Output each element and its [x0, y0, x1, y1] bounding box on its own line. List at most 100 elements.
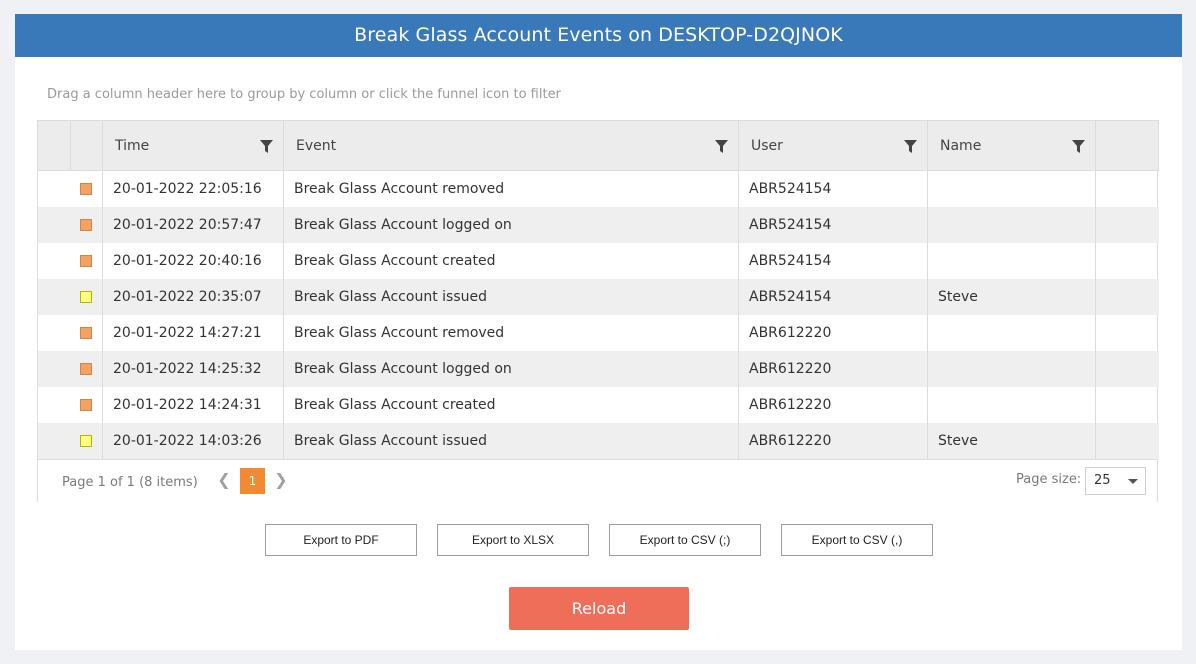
header-row: Time Event User Name	[37, 120, 1159, 171]
user-cell: ABR524154	[738, 278, 928, 315]
time-cell: 20-01-2022 14:25:32	[102, 350, 284, 387]
column-header-user[interactable]: User	[738, 120, 928, 171]
marker-cell	[70, 350, 103, 387]
page-info: Page 1 of 1 (8 items)	[62, 475, 198, 490]
name-cell	[927, 386, 1096, 423]
filter-funnel-icon[interactable]	[904, 140, 917, 154]
name-cell: Steve	[927, 278, 1096, 315]
marker-cell	[70, 422, 103, 459]
table-row[interactable]: 20-01-2022 20:57:47 Break Glass Account …	[37, 206, 1159, 243]
group-panel-hint[interactable]: Drag a column header here to group by co…	[47, 87, 561, 102]
user-cell: ABR524154	[738, 170, 928, 207]
event-type-marker	[80, 362, 93, 375]
marker-cell	[70, 242, 103, 279]
name-cell	[927, 206, 1096, 243]
event-cell: Break Glass Account removed	[283, 170, 739, 207]
table-row[interactable]: 20-01-2022 20:35:07 Break Glass Account …	[37, 278, 1159, 315]
filter-funnel-icon[interactable]	[715, 140, 728, 154]
name-cell	[927, 242, 1096, 279]
chevron-down-icon[interactable]	[1128, 479, 1138, 484]
column-header-label: User	[751, 137, 783, 154]
marker-cell	[70, 206, 103, 243]
export-pdf-button[interactable]: Export to PDF	[265, 524, 417, 556]
marker-cell	[70, 314, 103, 351]
header-command-column	[37, 120, 71, 171]
table-row[interactable]: 20-01-2022 14:03:26 Break Glass Account …	[37, 422, 1159, 459]
command-cell	[38, 171, 71, 207]
user-cell: ABR524154	[738, 242, 928, 279]
command-cell	[37, 350, 71, 387]
pager: Page 1 of 1 (8 items) ❮ 1 ❯ Page size: 2…	[38, 459, 1157, 502]
table-row[interactable]: 20-01-2022 14:24:31 Break Glass Account …	[38, 386, 1159, 423]
time-cell: 20-01-2022 14:03:26	[102, 422, 284, 459]
marker-cell	[70, 278, 103, 315]
name-cell	[927, 350, 1096, 387]
column-header-label: Event	[296, 137, 337, 154]
column-header-event[interactable]: Event	[283, 120, 739, 171]
marker-cell	[70, 386, 103, 423]
reload-button[interactable]: Reload	[509, 587, 689, 630]
filter-funnel-icon[interactable]	[1072, 140, 1085, 154]
events-grid: Time Event User Name 20-01-2022 22:05:16…	[37, 120, 1159, 502]
event-cell: Break Glass Account logged on	[283, 206, 739, 243]
trailing-cell	[1095, 350, 1159, 387]
event-cell: Break Glass Account created	[283, 242, 739, 279]
export-csv-comma-button[interactable]: Export to CSV (,)	[781, 524, 933, 556]
header-marker-column	[70, 120, 103, 171]
main-panel: Break Glass Account Events on DESKTOP-D2…	[15, 14, 1182, 650]
event-type-marker	[80, 254, 93, 267]
trailing-cell	[1095, 386, 1159, 423]
trailing-cell	[1095, 278, 1159, 315]
column-header-label: Time	[115, 137, 150, 154]
command-cell	[37, 206, 71, 243]
marker-cell	[70, 170, 103, 207]
trailing-cell	[1095, 314, 1159, 351]
command-cell	[37, 278, 71, 315]
export-xlsx-button[interactable]: Export to XLSX	[437, 524, 589, 556]
chevron-right-icon[interactable]: ❯	[273, 470, 289, 490]
command-cell	[38, 387, 71, 423]
time-cell: 20-01-2022 14:27:21	[102, 314, 284, 351]
event-type-marker	[80, 326, 93, 339]
table-row[interactable]: 20-01-2022 22:05:16 Break Glass Account …	[38, 170, 1159, 207]
column-header-time[interactable]: Time	[102, 120, 284, 171]
command-cell	[38, 243, 71, 279]
page-button-current[interactable]: 1	[240, 468, 265, 494]
event-cell: Break Glass Account issued	[283, 422, 739, 459]
page-size-label: Page size:	[1016, 472, 1082, 487]
trailing-cell	[1095, 206, 1159, 243]
time-cell: 20-01-2022 22:05:16	[102, 170, 284, 207]
time-cell: 20-01-2022 20:40:16	[102, 242, 284, 279]
name-cell	[927, 170, 1096, 207]
event-type-marker	[80, 290, 93, 303]
event-type-marker	[80, 434, 93, 447]
event-type-marker	[80, 398, 93, 411]
page-size-select[interactable]: 25	[1085, 467, 1146, 495]
time-cell: 20-01-2022 20:35:07	[102, 278, 284, 315]
event-cell: Break Glass Account removed	[283, 314, 739, 351]
event-type-marker	[80, 182, 93, 195]
table-row[interactable]: 20-01-2022 14:27:21 Break Glass Account …	[38, 314, 1159, 351]
export-csv-semicolon-button[interactable]: Export to CSV (;)	[609, 524, 761, 556]
trailing-cell	[1095, 422, 1159, 459]
user-cell: ABR612220	[738, 386, 928, 423]
command-cell	[37, 422, 71, 459]
header-trailing-column	[1095, 120, 1159, 171]
user-cell: ABR612220	[738, 314, 928, 351]
page-title: Break Glass Account Events on DESKTOP-D2…	[15, 14, 1182, 57]
column-header-label: Name	[940, 137, 982, 154]
event-cell: Break Glass Account logged on	[283, 350, 739, 387]
command-cell	[38, 315, 71, 351]
chevron-left-icon[interactable]: ❮	[216, 470, 232, 490]
user-cell: ABR524154	[738, 206, 928, 243]
filter-funnel-icon[interactable]	[260, 140, 273, 154]
trailing-cell	[1095, 242, 1159, 279]
table-row[interactable]: 20-01-2022 20:40:16 Break Glass Account …	[38, 242, 1159, 279]
user-cell: ABR612220	[738, 422, 928, 459]
time-cell: 20-01-2022 14:24:31	[102, 386, 284, 423]
events-table: Time Event User Name 20-01-2022 22:05:16…	[37, 120, 1159, 459]
column-header-name[interactable]: Name	[927, 120, 1096, 171]
table-row[interactable]: 20-01-2022 14:25:32 Break Glass Account …	[37, 350, 1159, 387]
user-cell: ABR612220	[738, 350, 928, 387]
event-cell: Break Glass Account issued	[283, 278, 739, 315]
